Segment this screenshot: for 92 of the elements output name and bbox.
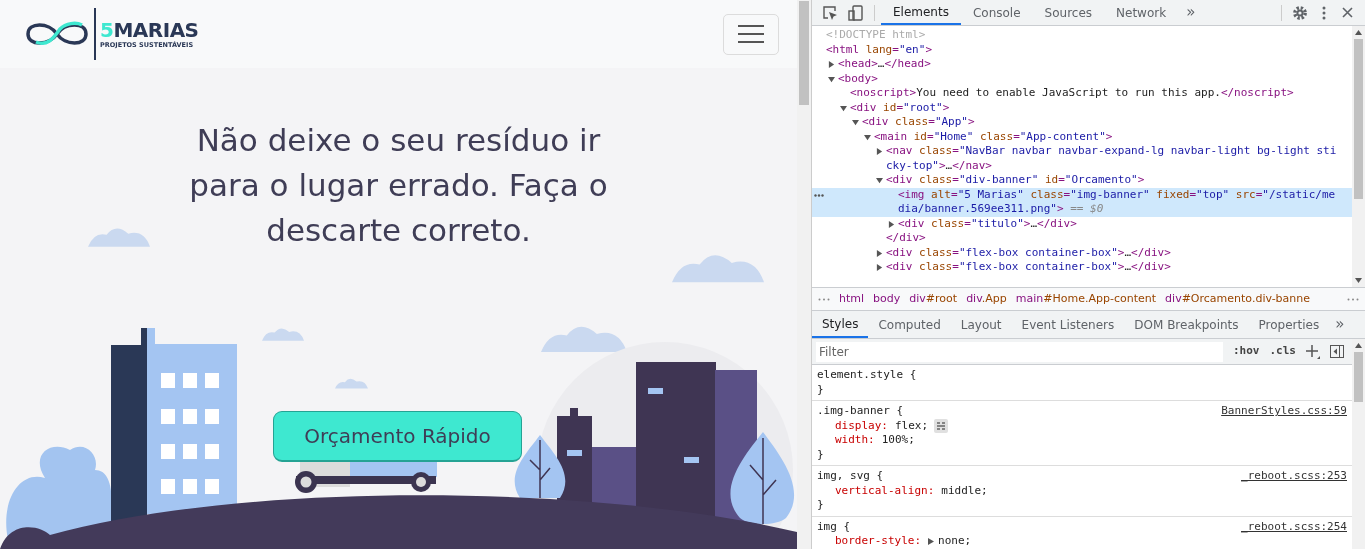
devtools-tab[interactable]: Elements: [881, 0, 961, 25]
css-selector: img {: [817, 519, 851, 534]
dom-node-line[interactable]: <div class="flex-box container-box">…</div>: [886, 260, 1185, 275]
cloud-icon: [262, 328, 304, 341]
menu-button[interactable]: [723, 13, 779, 55]
dom-scrollbar[interactable]: [1352, 26, 1365, 287]
dom-node-line[interactable]: <nav class="NavBar navbar navbar-expand-lg navbar-light bg-light sticky-top">…</nav>: [886, 144, 1352, 173]
breadcrumb-item[interactable]: body: [873, 290, 901, 308]
collapsed-arrow-icon[interactable]: [876, 249, 883, 257]
dom-node-line[interactable]: <body>: [838, 71, 892, 86]
scrollbar-thumb[interactable]: [1354, 352, 1363, 402]
settings-icon[interactable]: [1292, 4, 1308, 21]
styles-scrollbar[interactable]: [1352, 339, 1365, 549]
css-property[interactable]: vertical-align:: [835, 483, 935, 498]
css-brace: }: [817, 498, 824, 511]
stylesheet-link[interactable]: _reboot.scss:254: [1241, 519, 1347, 534]
plus-icon[interactable]: [1306, 344, 1320, 359]
headline: Não deixe o seu resíduo ir para o lugar errado. Faça o descarte correto.: [188, 121, 609, 250]
devtools-tab[interactable]: Network: [1104, 0, 1179, 25]
stylesheet-link[interactable]: BannerStyles.css:59: [1221, 404, 1347, 419]
scroll-up-arrow-icon[interactable]: [1355, 30, 1362, 35]
dom-node-line[interactable]: <html lang="en">: [826, 42, 946, 57]
collapsed-arrow-icon[interactable]: [876, 148, 883, 155]
cloud-icon: [672, 255, 764, 283]
devtools-tab[interactable]: Console: [960, 0, 1033, 25]
scrollbar-thumb[interactable]: [799, 1, 809, 105]
styles-tab[interactable]: Event Listeners: [1011, 311, 1125, 338]
stylesheet-link[interactable]: _reboot.scss:253: [1241, 469, 1347, 484]
breadcrumb-item[interactable]: div#root: [909, 290, 958, 308]
expanded-arrow-icon[interactable]: [828, 75, 835, 83]
dom-node-line[interactable]: <div class="flex-box container-box">…</div>: [886, 245, 1185, 260]
cloud-icon: [541, 326, 627, 353]
css-value[interactable]: middle;: [941, 483, 988, 498]
expanded-arrow-icon[interactable]: [852, 119, 859, 126]
css-property[interactable]: width:: [835, 433, 875, 448]
expand-arrow-icon[interactable]: [928, 537, 935, 545]
css-property[interactable]: display:: [835, 418, 888, 433]
expanded-arrow-icon[interactable]: [876, 177, 883, 184]
more-options-icon[interactable]: [1322, 5, 1326, 20]
scroll-up-arrow-icon[interactable]: [1355, 343, 1362, 348]
css-value[interactable]: flex;: [895, 418, 929, 433]
page-scrollbar[interactable]: [797, 0, 811, 549]
cloud-icon: [335, 378, 368, 389]
dom-node-line[interactable]: <noscript>You need to enable JavaScript to run this app.</noscript>: [850, 86, 1308, 101]
collapsed-arrow-icon[interactable]: [876, 264, 883, 271]
quick-quote-button[interactable]: Orçamento Rápido: [273, 411, 522, 462]
flexbox-editor-icon[interactable]: [934, 418, 949, 433]
styles-tab[interactable]: Layout: [950, 311, 1012, 338]
breadcrumb-item[interactable]: div.App: [966, 290, 1007, 308]
filter-toggle-button[interactable]: :hov: [1233, 343, 1260, 360]
close-icon[interactable]: [1342, 7, 1353, 18]
cloud-icon: [88, 228, 150, 247]
breadcrumb-item[interactable]: main#Home.App-content: [1015, 290, 1157, 308]
more-tabs-button[interactable]: »: [1178, 0, 1204, 25]
css-selector: .img-banner {: [817, 404, 904, 419]
dom-node-line[interactable]: <div class="div-banner" id="Orcamento">: [886, 173, 1159, 188]
css-value[interactable]: none;: [938, 534, 972, 549]
dom-node-line[interactable]: <div class="App">: [862, 115, 989, 130]
device-toolbar-icon[interactable]: [848, 4, 864, 21]
styles-tab[interactable]: Properties: [1248, 311, 1330, 338]
brand-name: 5MARIAS: [100, 19, 199, 40]
ellipsis-icon[interactable]: [818, 297, 830, 301]
dom-node-line[interactable]: <head>…</head>: [838, 57, 945, 72]
dom-node-line[interactable]: </div>: [886, 231, 926, 246]
collapsed-arrow-icon[interactable]: [888, 220, 895, 228]
scrollbar-thumb[interactable]: [1354, 39, 1363, 199]
css-value[interactable]: 100%;: [881, 433, 915, 448]
styles-tab[interactable]: DOM Breakpoints: [1124, 311, 1249, 338]
filter-toggle-button[interactable]: .cls: [1269, 343, 1296, 360]
dom-node-line[interactable]: <div id="root">: [850, 100, 964, 115]
css-brace: }: [817, 382, 824, 396]
css-brace: }: [817, 447, 824, 461]
devtools-tab[interactable]: Sources: [1032, 0, 1105, 25]
collapsed-arrow-icon[interactable]: [828, 61, 835, 68]
sidebar-toggle-icon[interactable]: [1330, 345, 1344, 358]
styles-tab[interactable]: Computed: [868, 311, 951, 338]
dom-node-line[interactable]: <main id="Home" class="App-content">: [874, 129, 1127, 144]
ellipsis-icon[interactable]: [1347, 297, 1359, 301]
scroll-down-arrow-icon[interactable]: [1355, 278, 1362, 283]
filter-field[interactable]: Filter: [816, 341, 1223, 362]
expanded-arrow-icon[interactable]: [864, 133, 871, 141]
breadcrumb-item[interactable]: div#Orcamento.div-banne: [1165, 290, 1311, 308]
breadcrumb-item[interactable]: html: [839, 290, 865, 308]
more-tabs-button[interactable]: »: [1329, 313, 1351, 336]
css-selector: element.style {: [817, 368, 917, 383]
inspect-element-icon[interactable]: [822, 4, 838, 21]
menu-icon: [738, 24, 764, 44]
css-property[interactable]: border-style:: [835, 534, 922, 549]
ellipsis-icon[interactable]: [814, 193, 824, 197]
dom-node-line[interactable]: <div class="titulo">…</div>: [898, 216, 1091, 231]
css-selector: img, svg {: [817, 469, 884, 484]
expanded-arrow-icon[interactable]: [840, 104, 847, 112]
